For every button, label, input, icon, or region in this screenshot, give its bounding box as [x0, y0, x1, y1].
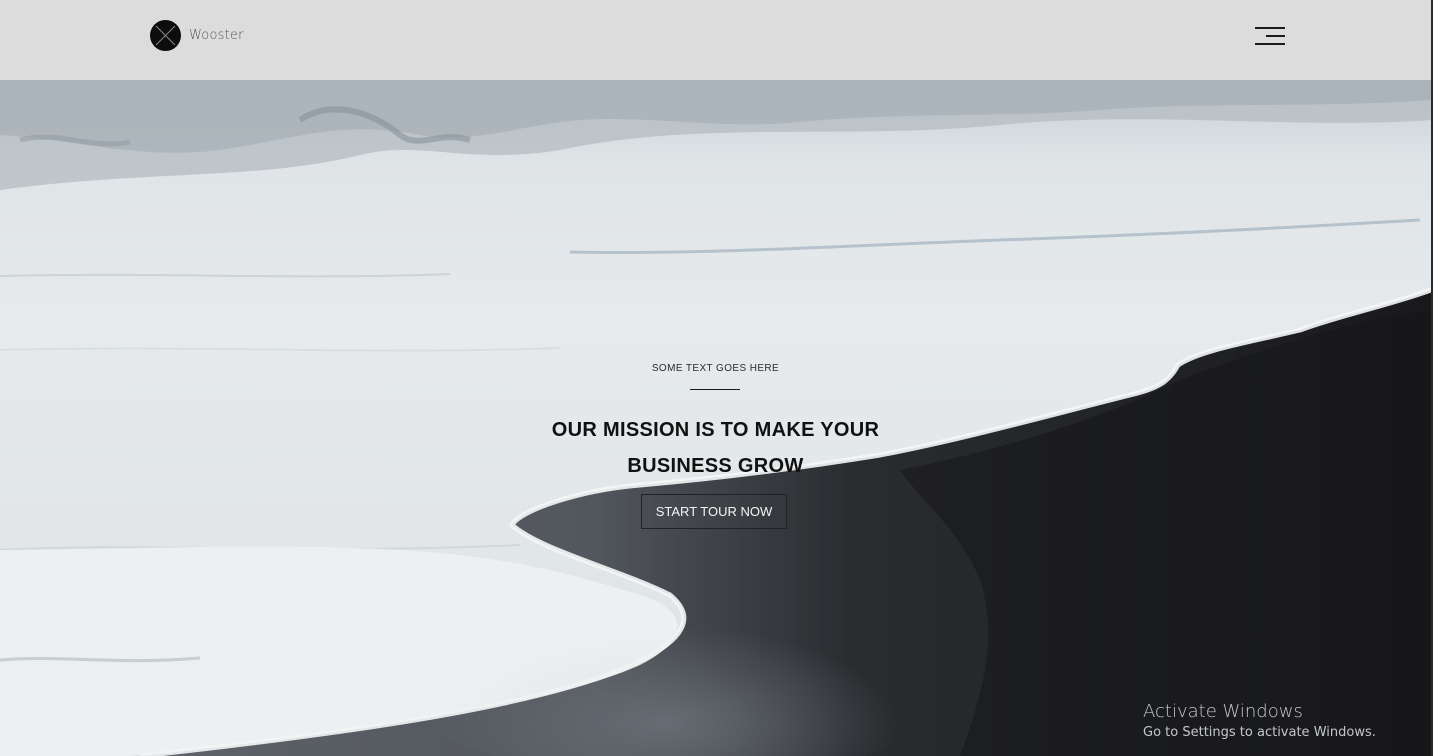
- hero-section: SOME TEXT GOES HERE OUR MISSION IS TO MA…: [0, 80, 1431, 756]
- hero-headline-line1: OUR MISSION IS TO MAKE YOUR: [551, 419, 880, 441]
- activation-title: Activate Windows: [1143, 701, 1303, 722]
- page: Wooster SOME TEXT GOES HERE OUR MISSION …: [0, 0, 1433, 756]
- hero-eyebrow: SOME TEXT GOES HERE: [651, 363, 780, 374]
- brand-name: Wooster: [189, 28, 244, 43]
- hero-headline-line2: BUSINESS GROW: [627, 455, 804, 477]
- hero-divider: [690, 389, 740, 390]
- start-tour-button[interactable]: START TOUR NOW: [641, 494, 787, 529]
- windows-activation-watermark: Activate Windows Go to Settings to activ…: [1143, 701, 1376, 740]
- hero-headline: OUR MISSION IS TO MAKE YOUR BUSINESS GRO…: [0, 412, 1431, 484]
- brand-logo[interactable]: Wooster: [150, 20, 244, 51]
- hamburger-menu-icon[interactable]: [1253, 24, 1287, 48]
- hero-content: SOME TEXT GOES HERE OUR MISSION IS TO MA…: [0, 80, 1431, 756]
- activation-subtitle: Go to Settings to activate Windows.: [1143, 725, 1376, 740]
- x-circle-logo-icon: [150, 20, 181, 51]
- site-header: Wooster: [0, 0, 1431, 80]
